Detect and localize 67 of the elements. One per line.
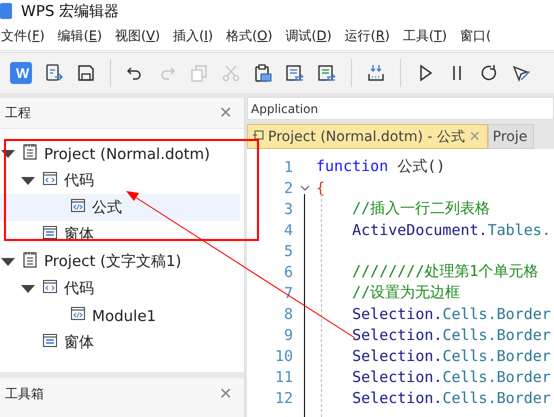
- object-selector[interactable]: Application: [247, 97, 554, 120]
- menu-item[interactable]: 格式(O): [226, 27, 272, 45]
- panel-title: 工程: [5, 105, 31, 122]
- tree-item[interactable]: Project (Normal.dotm): [0, 140, 240, 167]
- app-icon: [0, 2, 12, 20]
- code-folder-icon: [42, 170, 58, 187]
- code-line: Selection.Cells.Border: [351, 346, 551, 364]
- expand-arrow-icon[interactable]: [21, 284, 35, 292]
- design-mode-icon[interactable]: [511, 63, 531, 83]
- menu-item[interactable]: 窗口(: [460, 27, 492, 45]
- menu-item[interactable]: 文件(F): [1, 27, 45, 45]
- panel-title: 工具箱: [5, 386, 44, 403]
- menu-item[interactable]: 工具(T): [402, 27, 447, 45]
- line-number: 12: [274, 388, 293, 406]
- form-folder-icon: [42, 332, 58, 349]
- window-title: WPS 宏编辑器: [21, 2, 120, 20]
- tree-item[interactable]: 窗体: [0, 329, 240, 356]
- line-number: 6: [282, 262, 293, 280]
- code-module-icon: [70, 197, 86, 214]
- line-number: 4: [282, 220, 293, 238]
- code-area[interactable]: [247, 149, 554, 417]
- code-line: Selection.Cells.Border: [351, 326, 551, 344]
- line-number: 9: [282, 326, 293, 344]
- code-line: function 公式(): [316, 157, 446, 176]
- line-number: 10: [274, 346, 293, 364]
- expand-arrow-icon[interactable]: [21, 176, 35, 184]
- menu-item[interactable]: 视图(V): [115, 27, 160, 45]
- tree-item[interactable]: Module1: [0, 302, 240, 329]
- tree-item[interactable]: 代码: [0, 167, 240, 194]
- expand-arrow-icon[interactable]: [1, 150, 15, 158]
- menu-item[interactable]: 运行(R): [344, 27, 390, 45]
- list-export-icon[interactable]: [317, 63, 337, 83]
- tree-item[interactable]: 代码: [0, 275, 240, 302]
- reset-icon[interactable]: [479, 63, 499, 83]
- expand-arrow-icon[interactable]: [1, 258, 15, 266]
- editor-tab[interactable]: Project (Normal.dotm) - 公式 ✕: [247, 124, 488, 149]
- project-icon: [22, 143, 38, 160]
- menu-item[interactable]: 编辑(E): [58, 27, 102, 45]
- code-line: //插入一行二列表格: [351, 199, 490, 218]
- code-line: ////////处理第1个单元格: [351, 262, 538, 281]
- code-folder-icon: [42, 278, 58, 295]
- line-number: 1: [282, 158, 293, 176]
- menu-item[interactable]: 插入(I): [173, 27, 214, 45]
- tree-item[interactable]: 公式: [0, 194, 240, 221]
- paste-icon[interactable]: [253, 63, 273, 83]
- line-number: 5: [282, 242, 293, 260]
- compile-icon[interactable]: [366, 63, 386, 83]
- export-icon[interactable]: [44, 63, 64, 83]
- app-logo-button[interactable]: W: [10, 62, 32, 84]
- line-number: 11: [274, 368, 293, 386]
- save-icon[interactable]: [76, 63, 96, 83]
- line-number: 8: [282, 304, 293, 322]
- line-number: 2: [282, 178, 293, 196]
- menu-item[interactable]: 调试(D): [285, 27, 332, 45]
- import-icon[interactable]: [285, 63, 305, 83]
- code-module-icon: [70, 305, 86, 322]
- editor-tab[interactable]: Proje: [488, 124, 534, 149]
- code-line: //设置为无边框: [351, 283, 460, 302]
- code-line: Selection.Cells.Border: [351, 368, 551, 386]
- form-folder-icon: [42, 224, 58, 241]
- tree-item[interactable]: Project (文字文稿1): [0, 248, 240, 275]
- pin-icon: [252, 128, 264, 142]
- line-number: 3: [282, 200, 293, 218]
- code-line: Selection.Cells.Border: [351, 388, 551, 406]
- code-line: ActiveDocument.Tables.: [351, 220, 551, 238]
- project-icon: [22, 251, 38, 268]
- code-line: Selection.Cells.Border: [351, 304, 551, 322]
